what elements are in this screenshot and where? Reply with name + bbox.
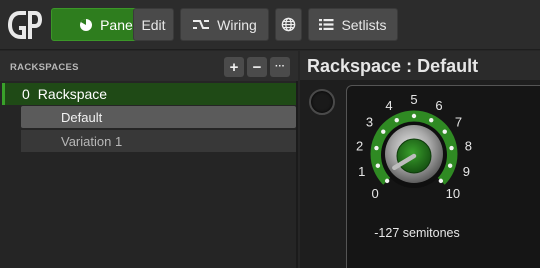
knob-tick-dot	[442, 129, 447, 134]
knob-scale-label: 2	[356, 138, 363, 153]
jack-icon	[309, 89, 335, 115]
variation-item-default[interactable]: Default	[21, 106, 296, 128]
globe-icon	[281, 17, 296, 32]
knob-tick-dot	[381, 129, 386, 134]
knob-scale-label: 0	[371, 186, 378, 201]
knob-tick-dot	[449, 145, 454, 151]
gig-performer-logo[interactable]	[4, 7, 44, 43]
top-toolbar: Panels Edit Wiring Setlists	[0, 0, 540, 50]
knob-tick-dot	[429, 117, 434, 123]
knob-tick-dot	[374, 145, 379, 151]
panel-view: Rackspace : Default 0 1 2 3 4 5 6 7 8 9 …	[300, 51, 540, 268]
plus-icon: +	[229, 58, 239, 76]
setlists-label: Setlists	[341, 16, 387, 33]
app-window: Panels Edit Wiring Setlists RACKSPACES +	[0, 0, 540, 268]
knob-scale-label: 9	[463, 164, 470, 179]
setlists-button[interactable]: Setlists	[308, 8, 398, 41]
knob-scale-label: 4	[385, 98, 392, 113]
variation-label: Default	[61, 109, 103, 125]
knob-tick-dot	[375, 163, 381, 168]
knob-tick-dot	[384, 178, 390, 184]
add-rackspace-button[interactable]: +	[224, 57, 244, 77]
knob-value-label: -127 semitones	[374, 226, 460, 240]
globe-button[interactable]	[275, 8, 302, 41]
ellipsis-icon: ···	[275, 61, 285, 72]
rackspaces-title: RACKSPACES	[10, 62, 79, 73]
more-options-button[interactable]: ···	[270, 57, 290, 77]
knob-scale-label: 5	[410, 92, 417, 107]
panels-icon	[79, 18, 93, 32]
rackspace-item[interactable]: 0 Rackspace	[2, 83, 296, 105]
panel-canvas: 0 1 2 3 4 5 6 7 8 9 10 -127 semitones	[300, 80, 540, 268]
knob-scale-label: 10	[446, 186, 460, 201]
edit-button[interactable]: Edit	[133, 8, 174, 41]
rackspaces-header: RACKSPACES + − ···	[0, 51, 298, 81]
list-icon	[319, 18, 334, 31]
variation-item-1[interactable]: Variation 1	[21, 130, 296, 152]
knob-tick-dot	[394, 117, 399, 123]
transpose-knob[interactable]: 01 234 5 678 910	[347, 86, 487, 226]
edit-label: Edit	[141, 16, 166, 33]
minus-icon: −	[252, 58, 262, 76]
rackspaces-panel: RACKSPACES + − ··· 0 Rackspace Default V…	[0, 51, 298, 268]
knob-tick-dot	[411, 113, 417, 119]
knob-scale-label: 7	[455, 115, 462, 130]
wiring-icon	[192, 18, 210, 32]
rackspace-title: Rackspace : Default	[307, 56, 479, 76]
widget-panel: 0 1 2 3 4 5 6 7 8 9 10 -127 semitones	[346, 85, 540, 268]
knob-scale-label: 6	[435, 98, 442, 113]
wiring-label: Wiring	[217, 16, 257, 33]
knob-scale-label: 3	[366, 115, 373, 130]
rackspace-index: 0	[22, 86, 30, 102]
remove-rackspace-button[interactable]: −	[247, 57, 267, 77]
knob-scale-label: 1	[358, 164, 365, 179]
variation-label: Variation 1	[61, 133, 123, 149]
knob-tick-dot	[447, 163, 453, 168]
knob-tick-dot	[438, 178, 444, 184]
knob-scale-label: 8	[465, 138, 472, 153]
rackspace-name: Rackspace	[37, 86, 108, 102]
wiring-button[interactable]: Wiring	[180, 8, 269, 41]
